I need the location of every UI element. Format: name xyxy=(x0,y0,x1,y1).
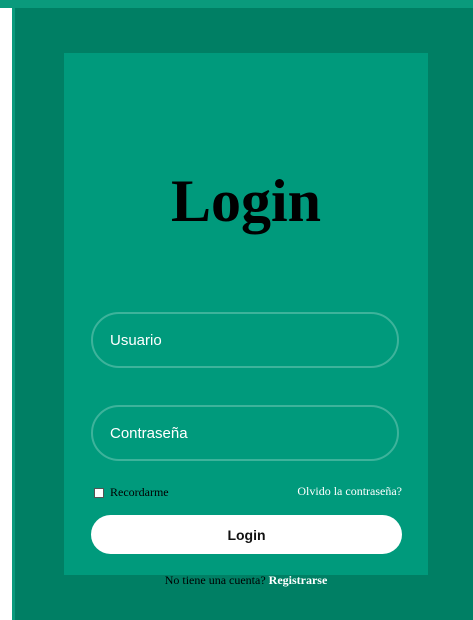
register-link[interactable]: Registrarse xyxy=(269,573,328,587)
register-prompt: No tiene una cuenta? Registrarse xyxy=(64,573,428,588)
login-title: Login xyxy=(170,168,322,234)
remember-me[interactable]: Recordarme xyxy=(94,485,169,500)
forgot-password-link[interactable]: Olvido la contraseña? xyxy=(297,484,402,499)
username-input[interactable] xyxy=(93,331,397,349)
login-card: Login Recordarme Olvido la contraseña? L… xyxy=(64,53,428,587)
username-field-wrapper xyxy=(91,312,399,368)
password-input[interactable] xyxy=(93,424,397,442)
top-accent-stripe xyxy=(0,0,473,8)
login-button[interactable]: Login xyxy=(91,515,402,554)
remember-checkbox[interactable] xyxy=(94,487,104,498)
password-field-wrapper xyxy=(91,405,399,461)
remember-label: Recordarme xyxy=(110,485,169,499)
register-prompt-text: No tiene una cuenta? xyxy=(164,573,266,587)
